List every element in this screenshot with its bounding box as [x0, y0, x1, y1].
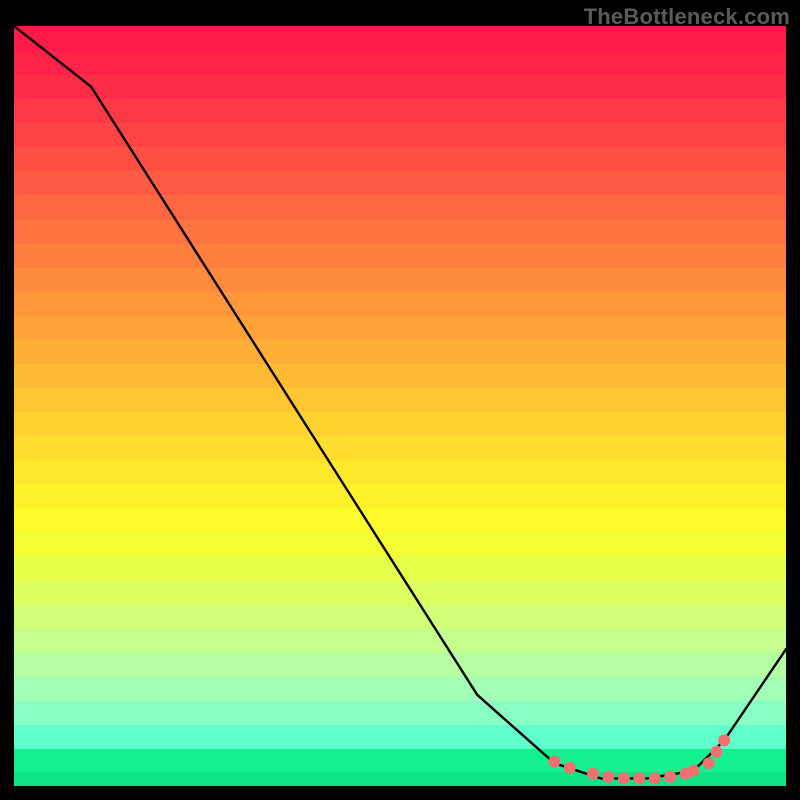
highlight-dot — [548, 756, 560, 768]
highlight-dot — [664, 771, 676, 783]
highlight-dot — [703, 757, 715, 769]
highlight-dot — [711, 746, 723, 758]
highlight-dot — [633, 772, 645, 784]
plot-area — [14, 26, 786, 786]
chart-stage: TheBottleneck.com — [0, 0, 800, 800]
highlight-dot — [687, 765, 699, 777]
highlight-dot — [718, 734, 730, 746]
highlight-dots — [14, 26, 786, 786]
highlight-dot — [649, 772, 661, 784]
highlight-dot — [587, 768, 599, 780]
watermark-text: TheBottleneck.com — [584, 4, 790, 30]
highlight-dot — [618, 772, 630, 784]
highlight-dot — [602, 771, 614, 783]
highlight-dot — [564, 762, 576, 774]
